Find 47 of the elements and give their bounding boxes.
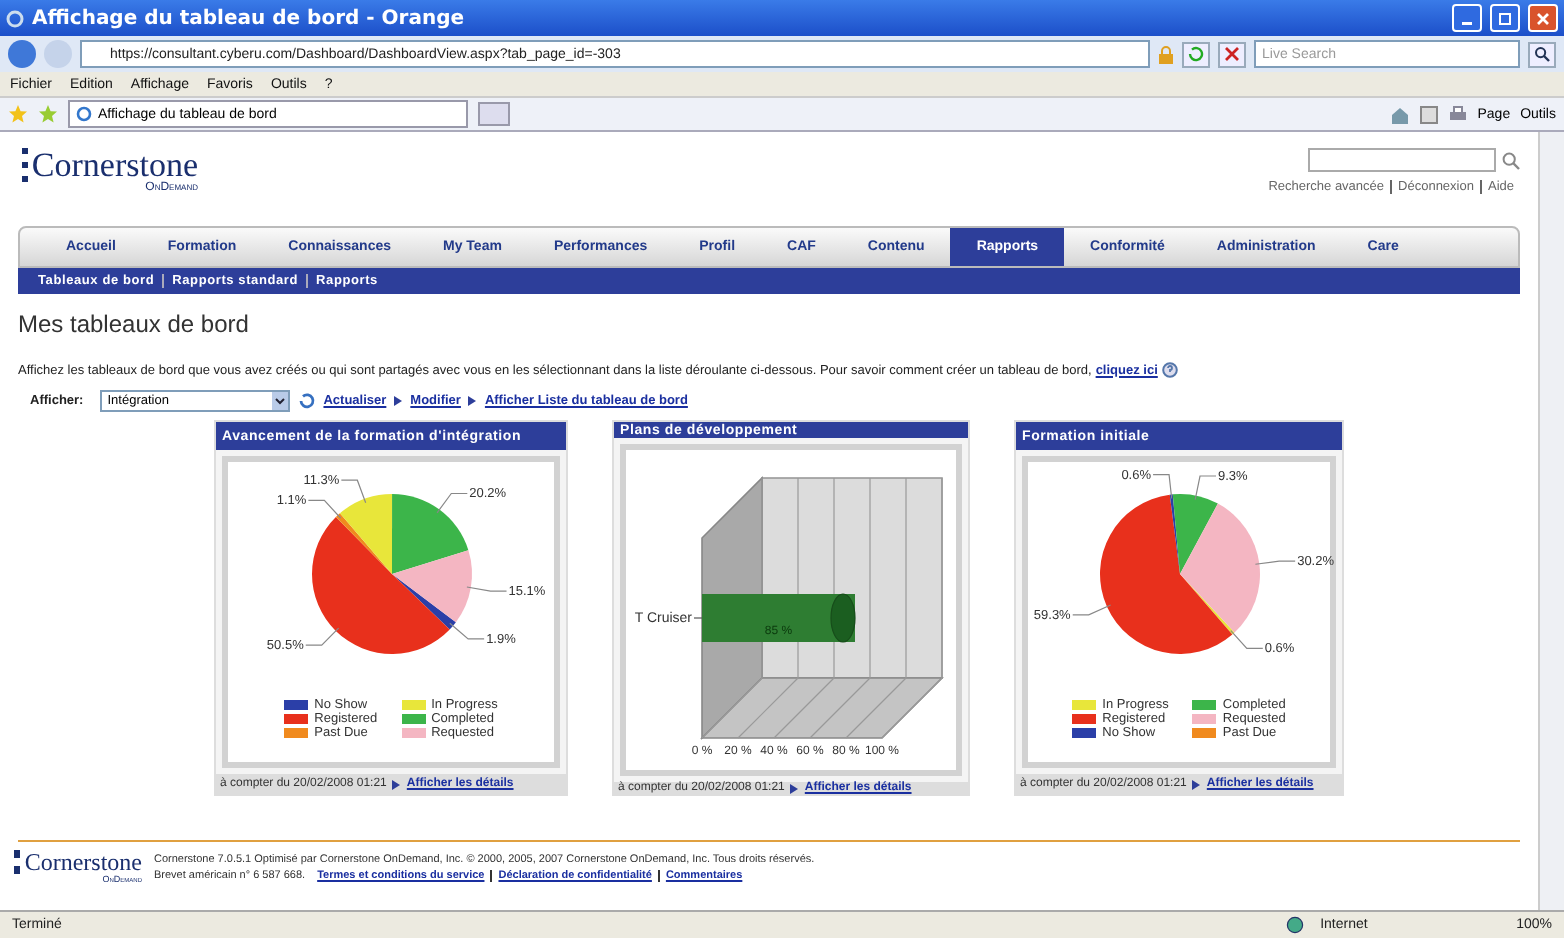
browser-icon: [76, 106, 92, 122]
chevron-icon: [394, 396, 403, 406]
leader-line: [1071, 604, 1111, 616]
search-button[interactable]: [1528, 41, 1556, 67]
leader-line: [1253, 560, 1295, 565]
footer-logo: Cornerstone: [14, 850, 142, 874]
bar-end-cap: [829, 593, 855, 643]
page-heading: Mes tableaux de bord: [18, 310, 251, 338]
dropdown-arrow-icon: [271, 392, 288, 410]
star-icon[interactable]: [8, 104, 28, 124]
home-icon[interactable]: [1389, 105, 1410, 123]
maximize-button[interactable]: [1490, 4, 1520, 32]
search-icon[interactable]: [1502, 151, 1520, 169]
leader-line: [339, 479, 366, 504]
printer-icon[interactable]: [1447, 105, 1468, 123]
leader-line: [304, 627, 339, 646]
stop-button[interactable]: [1218, 41, 1246, 67]
chevron-icon: [392, 779, 401, 789]
chevron-icon: [1192, 779, 1201, 789]
search-icon: [1534, 46, 1550, 62]
new-tab-button[interactable]: [478, 102, 510, 126]
lock-icon: [1158, 45, 1174, 63]
close-icon: [1536, 11, 1550, 25]
refresh-icon[interactable]: [297, 392, 316, 410]
refresh-button[interactable]: [1182, 41, 1210, 67]
chevron-icon: [790, 783, 799, 793]
logo: Cornerstone: [21, 148, 198, 182]
site-search-field[interactable]: [1308, 148, 1496, 172]
stop-icon: [1224, 46, 1240, 62]
leader-line: [465, 586, 507, 592]
help-icon[interactable]: [1161, 362, 1178, 378]
scrollbar[interactable]: [1538, 132, 1564, 910]
close-button[interactable]: [1528, 4, 1558, 32]
chevron-icon: [468, 396, 477, 406]
leader-line: [1229, 629, 1263, 649]
refresh-icon: [1188, 46, 1204, 62]
leader-line: [435, 492, 467, 514]
leader-line: [306, 499, 341, 519]
globe-icon: [1286, 916, 1305, 934]
maximize-icon: [1498, 11, 1512, 25]
leader-line: [448, 622, 484, 640]
leader-line: [1151, 474, 1172, 500]
window-title: Affichage du tableau de bord - Orange: [32, 7, 467, 29]
minimize-button[interactable]: [1452, 4, 1482, 32]
browser-icon: [6, 9, 24, 27]
back-button[interactable]: [8, 40, 36, 68]
leader-line: [1193, 475, 1216, 501]
